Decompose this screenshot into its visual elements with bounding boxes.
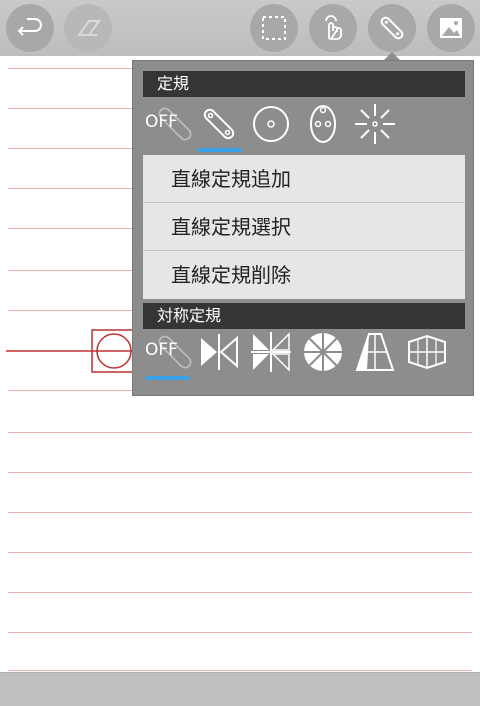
- ruler-panel: 定規 OFF 直線定規追加 直線定規選択 直線定規削除 対称定規 OFF: [132, 60, 474, 396]
- undo-icon: [17, 18, 42, 36]
- panel-pointer: [384, 52, 400, 60]
- mirror-vertical-icon: [201, 334, 238, 370]
- delete-line-ruler-item[interactable]: 直線定規削除: [143, 251, 465, 299]
- add-line-ruler-item[interactable]: 直線定規追加: [143, 155, 465, 203]
- image-icon: [440, 18, 462, 38]
- ellipse-ruler-option[interactable]: [297, 100, 349, 148]
- symmetry-section-header: 対称定規: [143, 303, 465, 329]
- perspective-box-option[interactable]: [401, 328, 453, 376]
- eraser-button[interactable]: [64, 4, 112, 52]
- canvas-rule-line: [8, 432, 472, 433]
- quad-symmetry-option[interactable]: [245, 328, 297, 376]
- circle-ruler-option[interactable]: [245, 100, 297, 148]
- select-line-ruler-item[interactable]: 直線定規選択: [143, 203, 465, 251]
- canvas-rule-line: [8, 632, 472, 633]
- ruler-button[interactable]: [368, 4, 416, 52]
- image-button[interactable]: [427, 4, 475, 52]
- undo-button[interactable]: [6, 4, 54, 52]
- ruler-section-header: 定規: [143, 71, 465, 97]
- circle-ruler-icon: [253, 106, 289, 142]
- line-ruler-icon: [203, 108, 235, 140]
- ruler-icon: [380, 16, 404, 40]
- selection-rect-icon: [262, 16, 286, 40]
- line-ruler-menu: 直線定規追加 直線定規選択 直線定規削除: [143, 155, 465, 299]
- canvas-rule-line: [8, 472, 472, 473]
- symmetry-type-row: OFF: [141, 327, 453, 380]
- ruler-off-option[interactable]: OFF: [141, 100, 193, 148]
- canvas-rule-line: [8, 670, 472, 671]
- ruler-type-row: OFF: [141, 99, 401, 152]
- kaleidoscope-option[interactable]: [297, 328, 349, 376]
- line-ruler-option[interactable]: [193, 100, 245, 152]
- perspective-option[interactable]: [349, 328, 401, 376]
- touch-button[interactable]: [309, 4, 357, 52]
- mirror-quad-icon: [251, 332, 291, 372]
- perspective-box-icon: [408, 334, 446, 370]
- symmetry-off-option[interactable]: OFF: [141, 328, 193, 380]
- canvas-rule-line: [8, 552, 472, 553]
- kaleidoscope-icon: [304, 333, 342, 371]
- mirror-symmetry-option[interactable]: [193, 328, 245, 376]
- radial-ruler-icon: [355, 104, 395, 144]
- bottom-bar: [0, 672, 480, 706]
- top-toolbar: [0, 0, 480, 56]
- perspective-icon: [355, 333, 395, 371]
- radial-ruler-option[interactable]: [349, 100, 401, 148]
- eraser-icon: [77, 20, 101, 36]
- symmetry-off-label: OFF: [145, 340, 178, 360]
- ellipse-ruler-icon: [310, 105, 336, 143]
- touch-hand-icon: [325, 15, 342, 40]
- ruler-off-label: OFF: [145, 112, 178, 132]
- canvas-rule-line: [8, 512, 472, 513]
- selection-button[interactable]: [250, 4, 298, 52]
- canvas-rule-line: [8, 592, 472, 593]
